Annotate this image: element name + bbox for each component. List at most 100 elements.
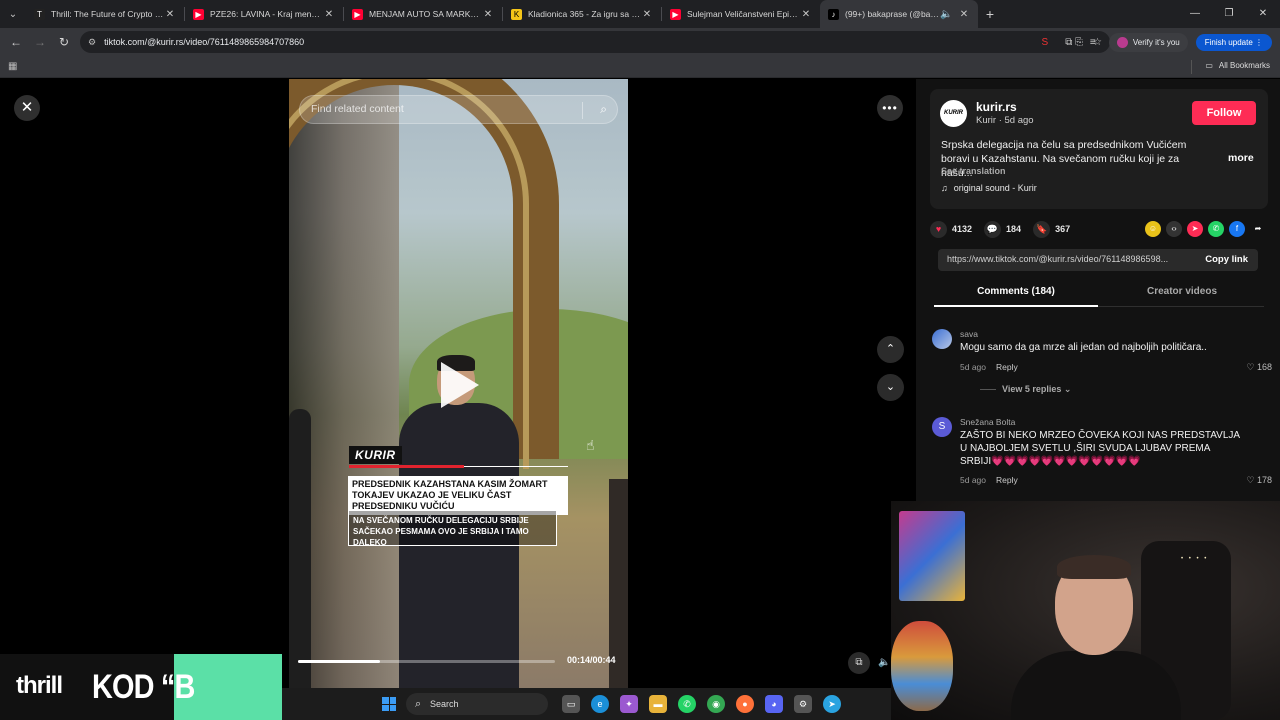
share-link-box: https://www.tiktok.com/@kurir.rs/video/7… [938,249,1258,271]
window-close-icon[interactable]: ✕ [1246,0,1280,28]
webcam-background-screen [899,511,965,601]
youtube-icon: ▶ [670,8,681,20]
minimize-icon[interactable]: — [1178,0,1212,28]
tiktok-icon: ♪ [828,8,839,20]
heart-icon: ♥ [930,220,947,238]
share-link-url[interactable]: https://www.tiktok.com/@kurir.rs/video/7… [947,254,1192,264]
webcam-lights: • • • • [1181,556,1209,562]
avatar[interactable]: S [932,417,952,437]
copy-link-button[interactable]: Copy link [1205,254,1248,265]
like-button[interactable]: ♥ 4132 [930,220,972,238]
comment-button[interactable]: 💬 184 [984,220,1021,238]
save-button[interactable]: 🔖 367 [1033,220,1070,238]
browser-tab[interactable]: TThrill: The Future of Crypto Casino✕ [26,0,184,28]
next-video-button[interactable]: ⌄ [877,374,904,401]
taskbar-search[interactable]: Search [406,693,548,715]
avatar[interactable]: KURIR [940,100,967,127]
copilot-icon[interactable]: ✦ [620,695,638,713]
follow-button[interactable]: Follow [1192,101,1256,125]
video-stage: ✕ ••• Find related content ⌕ KURIR PREDS… [0,79,916,720]
webcam-decor-ball [891,621,953,711]
forward-icon[interactable]: → [28,35,52,49]
browser-tab-active[interactable]: ♪(99+) bakaprase (@bakapra🔈✕ [820,0,978,28]
view-replies-button[interactable]: View 5 replies ⌄ [980,384,1071,395]
search-icon[interactable]: ⌕ [600,102,607,117]
address-url[interactable]: tiktok.com/@kurir.rs/video/7611489865984… [104,37,304,47]
volume-icon[interactable]: 🔈 [878,652,892,674]
see-translation-link[interactable]: See translation [941,166,1006,176]
reload-icon[interactable]: ↻ [52,35,76,49]
author-username[interactable]: kurir.rs [976,100,1017,114]
site-info-icon[interactable]: ⚙ [88,37,96,48]
more-options-button[interactable]: ••• [877,95,903,121]
video-figure [289,409,311,689]
new-tab-button[interactable]: + [978,6,1002,22]
author-subline: Kurir · 5d ago [976,115,1034,126]
comment-username[interactable]: Snežana Bolta [960,417,1015,427]
folder-icon[interactable]: ▬ [649,695,667,713]
browser-tab[interactable]: K Kladionica 365 - Za igru sa druge ✕ [503,0,661,28]
tab-close-icon[interactable]: ✕ [164,9,176,20]
address-bar[interactable]: ⚙ tiktok.com/@kurir.rs/video/76114898659… [80,31,1110,53]
youtube-icon: ▶ [193,8,204,20]
verify-button[interactable]: Verify it's you [1108,32,1188,52]
edge-icon[interactable]: e [591,695,609,713]
sponsor-promo-text: KOD “B [92,668,195,706]
extensions-puzzle-icon[interactable]: ⧉ [1061,37,1077,48]
discord-icon[interactable]: ◕ [765,695,783,713]
pip-icon[interactable]: ⧉ [848,652,870,674]
more-link[interactable]: more [1228,152,1254,164]
comment-like-button[interactable]: ♡ 168 [1246,362,1272,373]
tab-close-icon[interactable]: ✕ [641,9,653,20]
emoji-share-icon[interactable]: ☺ [1145,221,1161,237]
tab-close-icon[interactable]: ✕ [958,9,970,20]
play-icon[interactable] [441,362,479,408]
taskbar-apps: ▭ e ✦ ▬ ✆ ◉ ● ◕ ⚙ ➤ [562,695,841,713]
reading-list-icon[interactable]: ≡ [1085,37,1101,48]
panel-tabs: Comments (184) Creator videos [934,283,1264,307]
reply-button[interactable]: Reply [996,362,1018,372]
tab-comments[interactable]: Comments (184) [934,283,1098,307]
related-search-input[interactable]: Find related content ⌕ [299,95,618,124]
whatsapp-icon[interactable]: ✆ [678,695,696,713]
settings-gear-icon[interactable]: ⚙ [794,695,812,713]
webcam-person-hair [1057,555,1131,579]
firefox-icon[interactable]: ● [736,695,754,713]
facebook-icon[interactable]: f [1229,221,1245,237]
send-icon[interactable]: ➤ [1187,221,1203,237]
restore-icon[interactable]: ❐ [1212,0,1246,28]
browser-tab[interactable]: ▶ MENJAM AUTO SA MARKOM J ✕ [344,0,502,28]
finish-update-button[interactable]: Finish update ⋮ [1195,33,1272,51]
tab-close-icon[interactable]: ✕ [323,9,335,20]
comment-like-button[interactable]: ♡ 178 [1246,475,1272,486]
tab-creator-videos[interactable]: Creator videos [1100,283,1264,307]
tab-favicon-icon: T [34,8,45,20]
extension-s-icon[interactable]: S [1037,37,1053,48]
tab-close-icon[interactable]: ✕ [482,9,494,20]
sound-link[interactable]: ♫ original sound - Kurir [941,183,1037,193]
reply-button[interactable]: Reply [996,475,1018,485]
telegram-icon[interactable]: ➤ [823,695,841,713]
share-arrow-icon[interactable]: ➦ [1250,221,1266,237]
back-icon[interactable]: ← [4,35,28,49]
tab-search-icon[interactable]: ⌄ [0,0,26,28]
close-video-button[interactable]: ✕ [14,95,40,121]
embed-icon[interactable]: ‹› [1166,221,1182,237]
video-progress-bar[interactable] [298,660,555,663]
speaker-icon[interactable]: 🔈 [940,9,952,20]
file-explorer-icon[interactable]: ▭ [562,695,580,713]
previous-video-button[interactable]: ⌃ [877,336,904,363]
apps-grid-icon[interactable]: ▦ [8,61,17,72]
comment-username[interactable]: sava [960,329,978,339]
browser-tab[interactable]: ▶ Sulejman Veličanstveni Epizoda ✕ [662,0,820,28]
windows-start-icon[interactable] [382,697,396,711]
singer-body [399,403,519,689]
search-divider [582,102,583,119]
whatsapp-icon[interactable]: ✆ [1208,221,1224,237]
video-progress-fill [298,660,381,663]
avatar[interactable] [932,329,952,349]
tab-close-icon[interactable]: ✕ [800,9,812,20]
all-bookmarks-button[interactable]: ▭ All Bookmarks [1205,61,1270,70]
browser-tab[interactable]: ▶ PZE26: LAVINA - Kraj mene | Pe ✕ [185,0,343,28]
chrome-icon[interactable]: ◉ [707,695,725,713]
